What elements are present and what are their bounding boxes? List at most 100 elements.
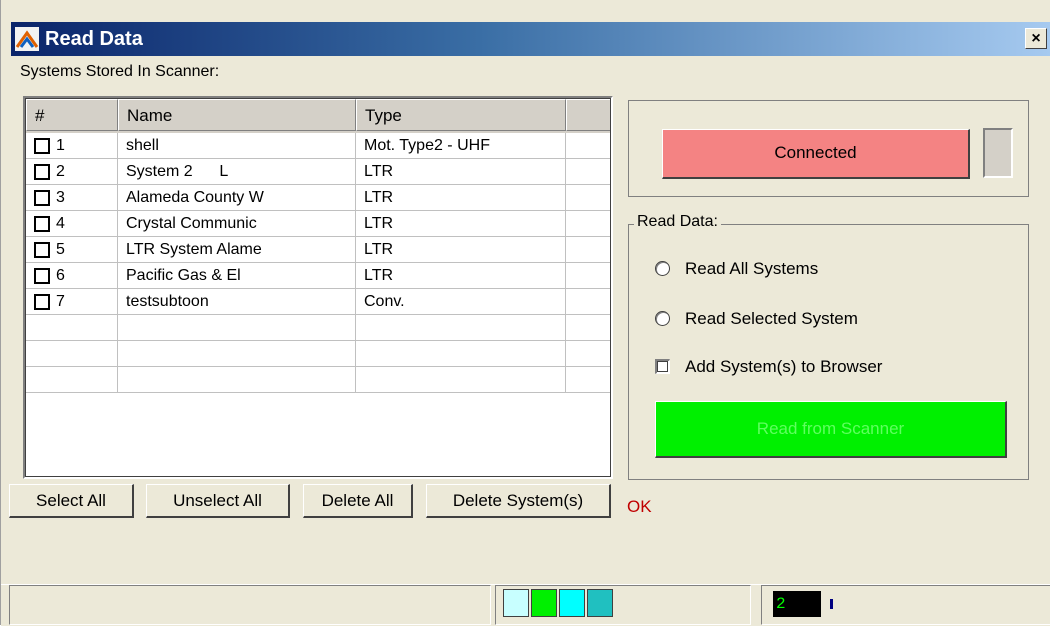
row-type-cell	[356, 367, 566, 393]
activity-tick	[830, 599, 833, 609]
row-blank-cell	[566, 159, 610, 185]
row-number: 6	[56, 267, 65, 284]
row-number-cell	[26, 341, 118, 367]
row-checkbox[interactable]	[34, 242, 50, 258]
row-type-cell	[356, 315, 566, 341]
color-swatch	[587, 589, 613, 617]
row-checkbox[interactable]	[34, 164, 50, 180]
row-number-cell: 6	[26, 263, 118, 289]
row-type-cell: LTR	[356, 185, 566, 211]
row-type-cell	[356, 341, 566, 367]
row-blank-cell	[566, 237, 610, 263]
row-number: 2	[56, 163, 65, 180]
close-button[interactable]: ×	[1025, 28, 1047, 49]
row-checkbox[interactable]	[34, 138, 50, 154]
column-header-blank	[566, 99, 610, 131]
table-row[interactable]: 6 Pacific Gas & El LTR	[26, 263, 610, 289]
table-row[interactable]: 1 shell Mot. Type2 - UHF	[26, 133, 610, 159]
row-type-cell: LTR	[356, 263, 566, 289]
row-number: 1	[56, 137, 65, 154]
row-number: 4	[56, 215, 65, 232]
row-number: 3	[56, 189, 65, 206]
close-icon: ×	[1031, 30, 1041, 47]
connected-button[interactable]: Connected	[662, 129, 970, 179]
add-to-browser-checkbox[interactable]	[655, 359, 670, 374]
table-row[interactable]: 5 LTR System Alame LTR	[26, 237, 610, 263]
color-indicator-strip	[503, 589, 615, 619]
counter-display: 2	[773, 591, 821, 617]
column-header-name[interactable]: Name	[118, 99, 356, 131]
read-all-label: Read All Systems	[685, 259, 819, 278]
read-selected-radio[interactable]	[655, 311, 670, 326]
row-number-cell	[26, 315, 118, 341]
row-blank-cell	[566, 341, 610, 367]
window-title: Read Data	[45, 28, 143, 50]
row-type-cell: LTR	[356, 237, 566, 263]
connection-panel: Connected	[628, 100, 1029, 197]
row-type-cell: Conv.	[356, 289, 566, 315]
title-bar[interactable]: Read Data ×	[11, 22, 1050, 56]
row-name-cell: Alameda County W	[118, 185, 356, 211]
read-from-scanner-button[interactable]: Read from Scanner	[655, 401, 1007, 458]
row-name-cell: shell	[118, 133, 356, 159]
row-type-cell: Mot. Type2 - UHF	[356, 133, 566, 159]
row-blank-cell	[566, 263, 610, 289]
row-name-cell: System 2 L	[118, 159, 356, 185]
systems-label: Systems Stored In Scanner:	[20, 63, 220, 80]
read-data-group: Read Data: Read All Systems Read Selecte…	[628, 213, 1029, 480]
row-number-cell: 7	[26, 289, 118, 315]
systems-table[interactable]: # Name Type 1 shell Mot. Type2 - UHF 2 Syste…	[23, 96, 613, 479]
row-type-cell: LTR	[356, 211, 566, 237]
table-row[interactable]: 2 System 2 L LTR	[26, 159, 610, 185]
color-swatch	[559, 589, 585, 617]
row-name-cell: testsubtoon	[118, 289, 356, 315]
row-number-cell: 3	[26, 185, 118, 211]
read-data-window: Read Data × Systems Stored In Scanner: #…	[0, 0, 1050, 626]
delete-systems-button[interactable]: Delete System(s)	[426, 484, 611, 518]
row-number-cell: 2	[26, 159, 118, 185]
add-to-browser-label: Add System(s) to Browser	[685, 357, 883, 376]
row-checkbox[interactable]	[34, 216, 50, 232]
status-message: OK	[627, 497, 652, 516]
delete-all-button[interactable]: Delete All	[303, 484, 413, 518]
app-icon	[15, 27, 39, 51]
row-checkbox[interactable]	[34, 294, 50, 310]
row-type-cell: LTR	[356, 159, 566, 185]
row-blank-cell	[566, 211, 610, 237]
row-blank-cell	[566, 315, 610, 341]
row-name-cell	[118, 341, 356, 367]
status-bar: 2	[1, 584, 1050, 626]
row-blank-cell	[566, 133, 610, 159]
column-header-number[interactable]: #	[26, 99, 118, 131]
read-selected-label: Read Selected System	[685, 309, 858, 328]
row-number-cell	[26, 367, 118, 393]
row-blank-cell	[566, 289, 610, 315]
color-swatch	[531, 589, 557, 617]
row-checkbox[interactable]	[34, 190, 50, 206]
connection-indicator	[983, 128, 1013, 178]
row-name-cell: Pacific Gas & El	[118, 263, 356, 289]
row-name-cell: Crystal Communic	[118, 211, 356, 237]
read-data-legend: Read Data:	[634, 213, 721, 231]
table-row-empty	[26, 341, 610, 367]
row-name-cell: LTR System Alame	[118, 237, 356, 263]
read-all-radio[interactable]	[655, 261, 670, 276]
row-number-cell: 1	[26, 133, 118, 159]
table-row[interactable]: 3 Alameda County W LTR	[26, 185, 610, 211]
row-name-cell	[118, 315, 356, 341]
row-blank-cell	[566, 185, 610, 211]
row-number-cell: 4	[26, 211, 118, 237]
row-number: 7	[56, 293, 65, 310]
row-blank-cell	[566, 367, 610, 393]
color-swatch	[503, 589, 529, 617]
table-row[interactable]: 7 testsubtoon Conv.	[26, 289, 610, 315]
row-number-cell: 5	[26, 237, 118, 263]
table-row[interactable]: 4 Crystal Communic LTR	[26, 211, 610, 237]
column-header-type[interactable]: Type	[356, 99, 566, 131]
unselect-all-button[interactable]: Unselect All	[146, 484, 290, 518]
row-name-cell	[118, 367, 356, 393]
select-all-button[interactable]: Select All	[9, 484, 134, 518]
row-checkbox[interactable]	[34, 268, 50, 284]
row-number: 5	[56, 241, 65, 258]
table-row-empty	[26, 367, 610, 393]
